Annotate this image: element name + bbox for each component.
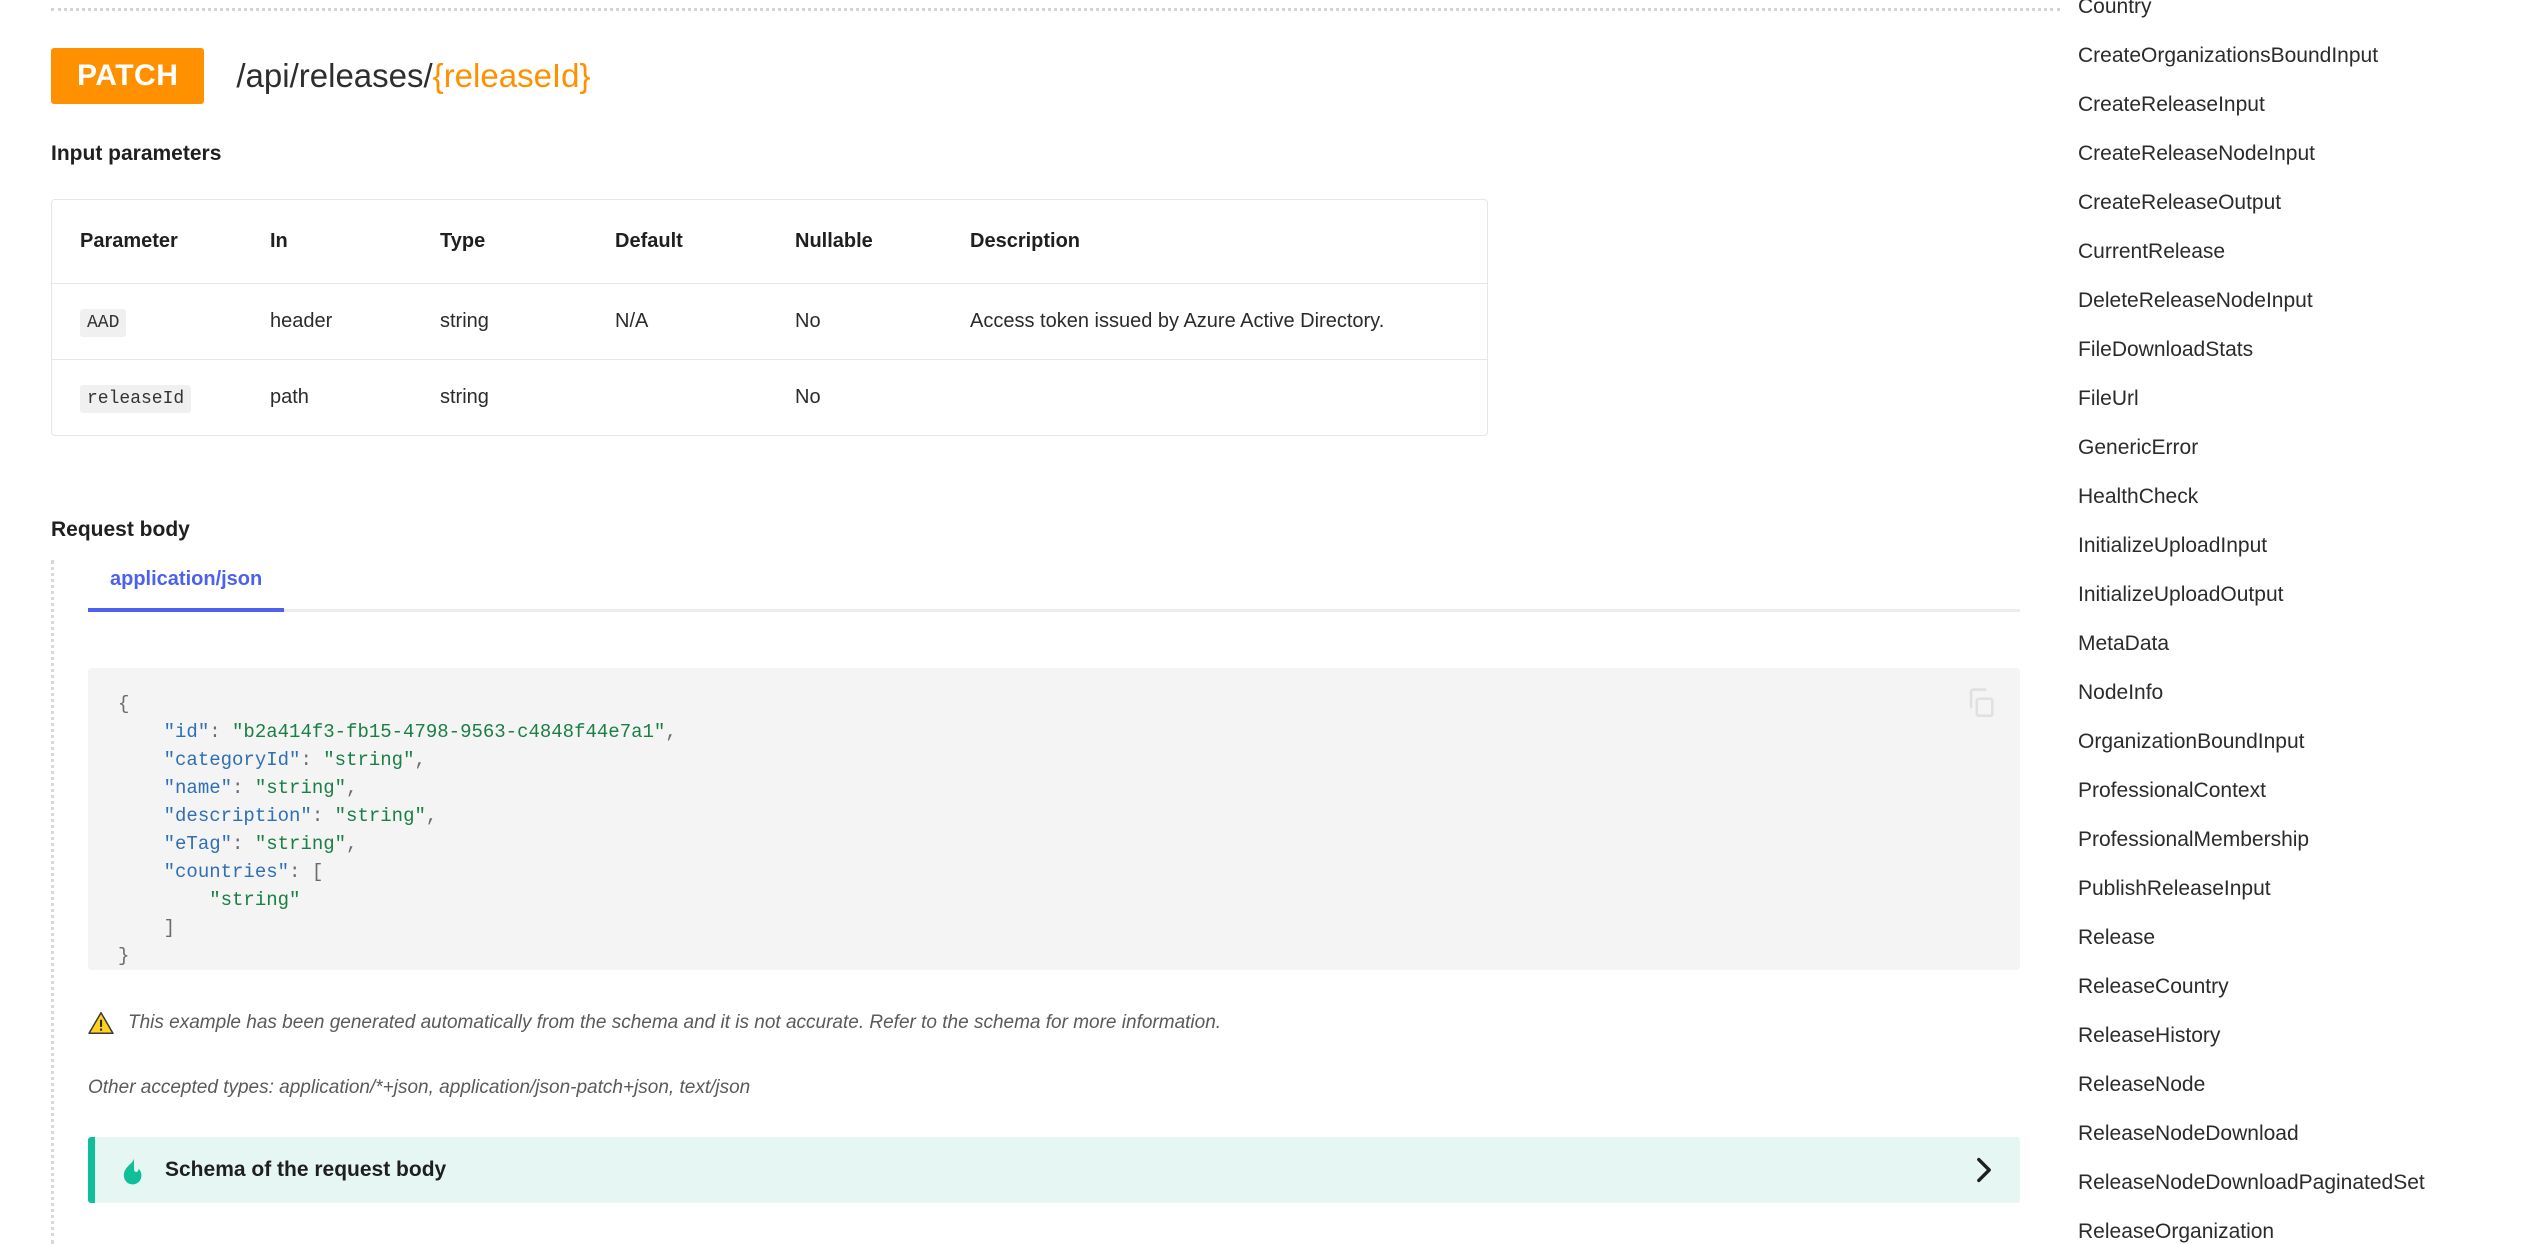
warning-triangle-icon: [88, 1011, 114, 1035]
sidebar-item-filedownloadstats[interactable]: FileDownloadStats: [2060, 325, 2529, 374]
column-header-description: Description: [970, 200, 1487, 284]
cell-parameter: releaseId: [52, 360, 270, 436]
column-header-default: Default: [615, 200, 795, 284]
column-header-nullable: Nullable: [795, 200, 970, 284]
other-accepted-types-note: Other accepted types: application/*+json…: [88, 1077, 750, 1099]
cell-nullable: No: [795, 360, 970, 436]
operation-main-column: PATCH /api/releases/{releaseId} Input pa…: [0, 0, 2060, 1244]
sidebar-item-createorganizationsboundinput[interactable]: CreateOrganizationsBoundInput: [2060, 31, 2529, 80]
cell-in: path: [270, 360, 440, 436]
cell-default: [615, 360, 795, 436]
sidebar-item-metadata[interactable]: MetaData: [2060, 619, 2529, 668]
api-operation-page: PATCH /api/releases/{releaseId} Input pa…: [0, 0, 2529, 1244]
request-body-title: Request body: [51, 518, 190, 542]
copy-icon[interactable]: [1964, 686, 1998, 720]
cell-type: string: [440, 360, 615, 436]
operation-top-divider: [51, 8, 2060, 11]
sidebar-item-organizationboundinput[interactable]: OrganizationBoundInput: [2060, 717, 2529, 766]
table-header-row: Parameter In Type Default Nullable Descr…: [52, 200, 1487, 284]
chevron-right-icon[interactable]: [1974, 1157, 1994, 1183]
schema-of-request-body-accordion[interactable]: Schema of the request body: [88, 1137, 2020, 1203]
cell-description: [970, 360, 1487, 436]
sidebar-item-createreleasenodeinput[interactable]: CreateReleaseNodeInput: [2060, 129, 2529, 178]
sidebar-item-publishreleaseinput[interactable]: PublishReleaseInput: [2060, 864, 2529, 913]
sidebar-item-fileurl[interactable]: FileUrl: [2060, 374, 2529, 423]
sidebar-item-createreleaseinput[interactable]: CreateReleaseInput: [2060, 80, 2529, 129]
operation-header: PATCH /api/releases/{releaseId}: [51, 48, 590, 104]
column-header-in: In: [270, 200, 440, 284]
request-body-code-block: { "id": "b2a414f3-fb15-4798-9563-c4848f4…: [88, 668, 2020, 970]
sidebar-item-initializeuploadoutput[interactable]: InitializeUploadOutput: [2060, 570, 2529, 619]
sidebar-item-releasecountry[interactable]: ReleaseCountry: [2060, 962, 2529, 1011]
table-row: releaseId path string No: [52, 360, 1487, 436]
parameter-name-aad: AAD: [80, 309, 126, 337]
sidebar-item-nodeinfo[interactable]: NodeInfo: [2060, 668, 2529, 717]
flame-icon: [119, 1155, 145, 1185]
cell-description: Access token issued by Azure Active Dire…: [970, 284, 1487, 360]
schema-generated-warning-text: This example has been generated automati…: [128, 1011, 1221, 1036]
schema-definitions-list: CountryCreateOrganizationsBoundInputCrea…: [2060, 0, 2529, 1244]
operation-path-static: /api/releases/: [236, 57, 432, 94]
column-header-parameter: Parameter: [52, 200, 270, 284]
sidebar-item-country[interactable]: Country: [2060, 0, 2529, 31]
sidebar-item-releasenodedownloadpaginatedset[interactable]: ReleaseNodeDownloadPaginatedSet: [2060, 1158, 2529, 1207]
operation-path-parameter: {releaseId}: [433, 57, 591, 94]
sidebar-item-professionalcontext[interactable]: ProfessionalContext: [2060, 766, 2529, 815]
column-header-type: Type: [440, 200, 615, 284]
cell-default: N/A: [615, 284, 795, 360]
sidebar-item-createreleaseoutput[interactable]: CreateReleaseOutput: [2060, 178, 2529, 227]
cell-parameter: AAD: [52, 284, 270, 360]
request-body-tabs: application/json: [88, 568, 2020, 612]
request-body-code-sample: { "id": "b2a414f3-fb15-4798-9563-c4848f4…: [88, 668, 2020, 970]
schema-generated-warning: This example has been generated automati…: [88, 1011, 1221, 1036]
table-row: AAD header string N/A No Access token is…: [52, 284, 1487, 360]
operation-path: /api/releases/{releaseId}: [236, 57, 590, 95]
sidebar-item-currentrelease[interactable]: CurrentRelease: [2060, 227, 2529, 276]
input-parameters-table-container: Parameter In Type Default Nullable Descr…: [51, 199, 1488, 436]
tabs-strip: application/json: [88, 568, 2020, 612]
cell-in: header: [270, 284, 440, 360]
table-body: AAD header string N/A No Access token is…: [52, 284, 1487, 436]
schema-accordion-label: Schema of the request body: [165, 1158, 1974, 1182]
sidebar-item-releasenodedownload[interactable]: ReleaseNodeDownload: [2060, 1109, 2529, 1158]
sidebar-item-releaseorganization[interactable]: ReleaseOrganization: [2060, 1207, 2529, 1244]
schema-definitions-sidebar[interactable]: CountryCreateOrganizationsBoundInputCrea…: [2060, 0, 2529, 1244]
sidebar-item-deletereleasenodeinput[interactable]: DeleteReleaseNodeInput: [2060, 276, 2529, 325]
sidebar-item-releasehistory[interactable]: ReleaseHistory: [2060, 1011, 2529, 1060]
sidebar-item-initializeuploadinput[interactable]: InitializeUploadInput: [2060, 521, 2529, 570]
tab-application-json[interactable]: application/json: [88, 568, 284, 612]
input-parameters-title: Input parameters: [51, 142, 221, 166]
table-header: Parameter In Type Default Nullable Descr…: [52, 200, 1487, 284]
sidebar-item-releasenode[interactable]: ReleaseNode: [2060, 1060, 2529, 1109]
http-method-badge-patch[interactable]: PATCH: [51, 48, 204, 104]
sidebar-item-professionalmembership[interactable]: ProfessionalMembership: [2060, 815, 2529, 864]
cell-nullable: No: [795, 284, 970, 360]
parameter-name-releaseid: releaseId: [80, 385, 191, 413]
sidebar-item-release[interactable]: Release: [2060, 913, 2529, 962]
request-body-guide-line: [51, 560, 54, 1244]
cell-type: string: [440, 284, 615, 360]
input-parameters-table: Parameter In Type Default Nullable Descr…: [52, 200, 1487, 435]
sidebar-item-healthcheck[interactable]: HealthCheck: [2060, 472, 2529, 521]
sidebar-item-genericerror[interactable]: GenericError: [2060, 423, 2529, 472]
